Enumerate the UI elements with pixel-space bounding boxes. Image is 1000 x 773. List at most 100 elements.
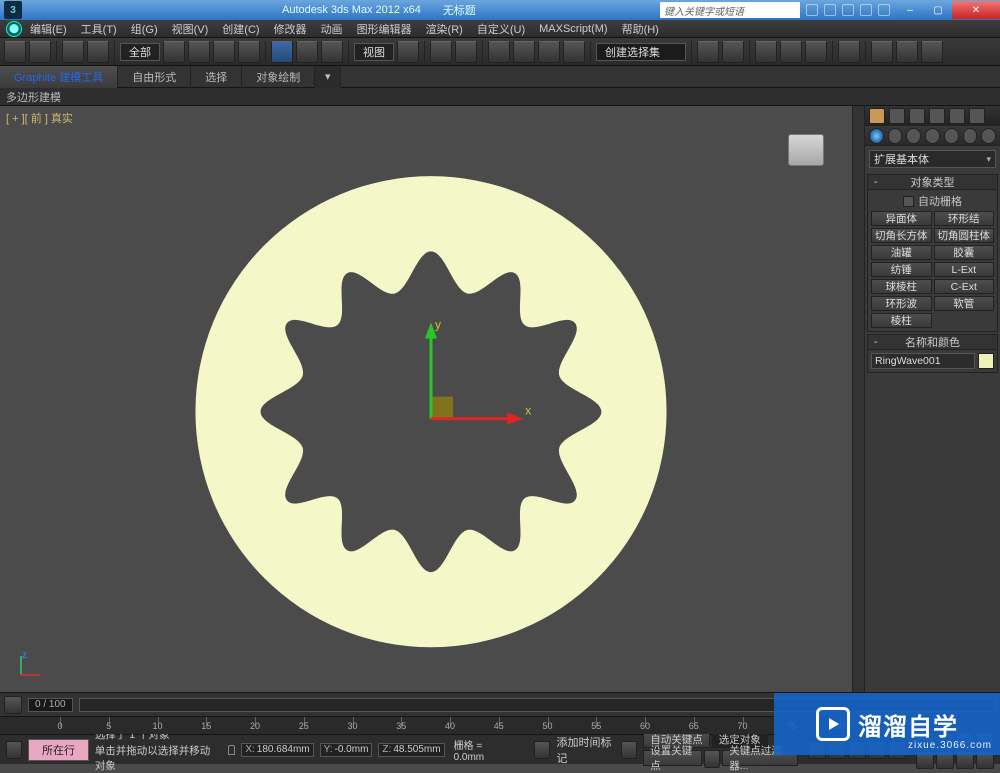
btn-prism[interactable]: 棱柱	[871, 313, 932, 328]
align-button[interactable]	[722, 41, 744, 63]
infocenter-icon[interactable]	[806, 4, 818, 16]
btn-spindle[interactable]: 纺锤	[871, 262, 932, 277]
rollout-object-type[interactable]: 对象类型	[867, 174, 998, 190]
lock-icon[interactable]	[228, 745, 235, 755]
spinner-snap[interactable]	[563, 41, 585, 63]
btn-gengon[interactable]: 球棱柱	[871, 279, 932, 294]
close-button[interactable]: ✕	[952, 1, 1000, 19]
angle-snap[interactable]	[513, 41, 535, 63]
tab-display-icon[interactable]	[949, 108, 965, 124]
menu-grapheditors[interactable]: 图形编辑器	[357, 21, 412, 37]
tab-objectpaint[interactable]: 对象绘制	[242, 66, 315, 88]
shapes-icon[interactable]	[888, 128, 903, 144]
mini-listener-icon[interactable]	[6, 741, 22, 759]
geometry-icon[interactable]	[869, 128, 884, 144]
selection-filter[interactable]: 全部	[120, 43, 160, 61]
btn-cext[interactable]: C-Ext	[934, 279, 995, 294]
snap-toggle[interactable]	[488, 41, 510, 63]
pivot-button[interactable]	[397, 41, 419, 63]
select-region-button[interactable]	[213, 41, 235, 63]
lights-icon[interactable]	[906, 128, 921, 144]
timeconfig-icon[interactable]	[4, 696, 22, 714]
favorites-icon[interactable]	[842, 4, 854, 16]
signin-icon[interactable]	[824, 4, 836, 16]
render-production-button[interactable]	[921, 41, 943, 63]
app-menu-icon[interactable]: ⬤	[6, 21, 22, 37]
btn-capsule[interactable]: 胶囊	[934, 245, 995, 260]
systems-icon[interactable]	[981, 128, 996, 144]
tab-selection[interactable]: 选择	[191, 66, 242, 88]
btn-hose[interactable]: 软管	[934, 296, 995, 311]
keymode-button[interactable]	[455, 41, 477, 63]
autogrid-checkbox[interactable]	[903, 196, 914, 207]
btn-chamfercyl[interactable]: 切角圆柱体	[934, 228, 995, 243]
redo-button[interactable]	[29, 41, 51, 63]
link-button[interactable]	[62, 41, 84, 63]
minimize-button[interactable]: –	[896, 1, 924, 19]
timetag-icon[interactable]	[534, 741, 550, 759]
spacewarps-icon[interactable]	[963, 128, 978, 144]
select-object-button[interactable]	[163, 41, 185, 63]
key-icon[interactable]	[704, 750, 720, 768]
curve-editor-button[interactable]	[780, 41, 802, 63]
menu-help[interactable]: 帮助(H)	[622, 21, 659, 37]
object-color-swatch[interactable]	[978, 353, 994, 369]
isolate-icon[interactable]	[621, 741, 637, 759]
add-time-tag[interactable]: 添加时间标记	[556, 734, 615, 766]
menu-modifiers[interactable]: 修改器	[274, 21, 307, 37]
time-slider[interactable]: 0 / 100	[28, 698, 73, 712]
named-selection-sets[interactable]: 创建选择集	[596, 43, 686, 61]
btn-hedra[interactable]: 异面体	[871, 211, 932, 226]
viewport-scrollbar[interactable]	[852, 106, 864, 692]
setkey-button[interactable]: 设置关键点	[643, 750, 702, 766]
menu-render[interactable]: 渲染(R)	[426, 21, 463, 37]
btn-lext[interactable]: L-Ext	[934, 262, 995, 277]
refcoord-dropdown[interactable]: 视图	[354, 43, 394, 61]
menu-group[interactable]: 组(G)	[131, 21, 158, 37]
unlink-button[interactable]	[87, 41, 109, 63]
btn-chamferbox[interactable]: 切角长方体	[871, 228, 932, 243]
btn-ringwave[interactable]: 环形波	[871, 296, 932, 311]
menu-edit[interactable]: 编辑(E)	[30, 21, 67, 37]
viewport-front[interactable]: [ + ][ 前 ] 真实 y x z	[0, 106, 852, 692]
scale-button[interactable]	[321, 41, 343, 63]
mirror-button[interactable]	[697, 41, 719, 63]
tab-freeform[interactable]: 自由形式	[118, 66, 191, 88]
menu-customize[interactable]: 自定义(U)	[477, 21, 525, 37]
tab-create-icon[interactable]	[869, 108, 885, 124]
undo-button[interactable]	[4, 41, 26, 63]
object-name-input[interactable]: RingWave001	[871, 353, 975, 369]
menu-tools[interactable]: 工具(T)	[81, 21, 117, 37]
material-editor-button[interactable]	[838, 41, 860, 63]
btn-torusknot[interactable]: 环形结	[934, 211, 995, 226]
percent-snap[interactable]	[538, 41, 560, 63]
move-button[interactable]	[271, 41, 293, 63]
menu-view[interactable]: 视图(V)	[172, 21, 209, 37]
coord-z[interactable]: Z:48.505mm	[378, 743, 444, 757]
window-crossing-button[interactable]	[238, 41, 260, 63]
menu-anim[interactable]: 动画	[321, 21, 343, 37]
tab-utilities-icon[interactable]	[969, 108, 985, 124]
tab-motion-icon[interactable]	[929, 108, 945, 124]
search-input[interactable]: 键入关键字或短语	[660, 2, 800, 18]
rendered-frame-button[interactable]	[896, 41, 918, 63]
schematic-button[interactable]	[805, 41, 827, 63]
menu-create[interactable]: 创建(C)	[222, 21, 259, 37]
coord-y[interactable]: Y:-0.0mm	[320, 743, 373, 757]
tab-modify-icon[interactable]	[889, 108, 905, 124]
menu-maxscript[interactable]: MAXScript(M)	[539, 23, 607, 35]
tab-hierarchy-icon[interactable]	[909, 108, 925, 124]
rotate-button[interactable]	[296, 41, 318, 63]
rollout-name-color[interactable]: 名称和颜色	[867, 334, 998, 350]
exchange-icon[interactable]	[860, 4, 872, 16]
cameras-icon[interactable]	[925, 128, 940, 144]
tab-graphite[interactable]: Graphite 建模工具	[0, 66, 118, 88]
ribbon-expand[interactable]: ▾	[315, 66, 341, 88]
maximize-button[interactable]: ▢	[924, 1, 952, 19]
category-dropdown[interactable]: 扩展基本体	[869, 150, 996, 168]
layers-button[interactable]	[755, 41, 777, 63]
render-setup-button[interactable]	[871, 41, 893, 63]
help-icon[interactable]	[878, 4, 890, 16]
helpers-icon[interactable]	[944, 128, 959, 144]
manip-button[interactable]	[430, 41, 452, 63]
